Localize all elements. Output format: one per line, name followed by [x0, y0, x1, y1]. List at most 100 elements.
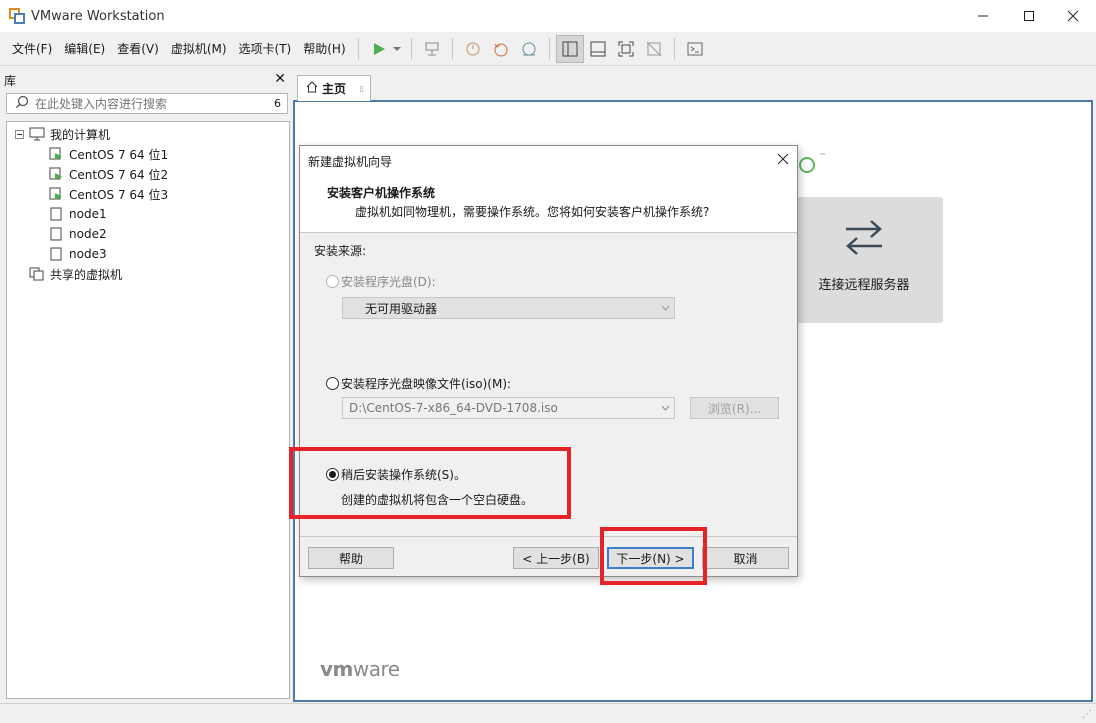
tab-label: 主页 — [322, 82, 347, 96]
tree-item-label: node3 — [69, 247, 107, 261]
tree-item-shared-vms[interactable]: 共享的虚拟机 — [29, 264, 122, 284]
unity-icon[interactable] — [640, 35, 668, 63]
play-dropdown-icon[interactable] — [392, 46, 405, 52]
vmware-logo: vmware — [320, 657, 400, 681]
resize-grip-icon[interactable]: ⋰ — [1082, 709, 1092, 720]
toolbar-separator — [410, 37, 412, 60]
snapshot-manager-icon[interactable] — [515, 35, 543, 63]
toolbar-separator — [673, 37, 675, 60]
send-ctrl-alt-del-icon[interactable] — [418, 35, 446, 63]
toolbar-separator — [451, 37, 453, 60]
toolbar-separator — [357, 37, 359, 60]
window-title: VMware Workstation — [31, 8, 165, 24]
drive-select[interactable]: 无可用驱动器 — [342, 297, 675, 319]
tree-item-label: CentOS 7 64 位3 — [69, 187, 169, 202]
annotation-highlight-install-later — [289, 447, 571, 519]
toolbar-separator — [548, 37, 550, 60]
status-bar: ⋰ — [0, 703, 1096, 723]
tree-item-label: 共享的虚拟机 — [50, 267, 123, 282]
tree-item-vm[interactable]: CentOS 7 64 位3 — [48, 184, 168, 204]
browse-button[interactable]: 浏览(R)... — [690, 397, 779, 419]
menu-toolbar: 文件(F) 编辑(E) 查看(V) 虚拟机(M) 选项卡(T) 帮助(H) — [0, 32, 1096, 66]
tree-item-label: node1 — [69, 207, 107, 221]
collapse-toggle[interactable] — [15, 130, 24, 139]
revert-snapshot-icon[interactable] — [487, 35, 515, 63]
menu-edit[interactable]: 编辑(E) — [58, 37, 111, 61]
play-icon[interactable] — [365, 35, 393, 63]
tree-item-vm[interactable]: node1 — [48, 204, 107, 224]
option-iso-label: 安装程序光盘映像文件(iso)(M): — [341, 377, 512, 391]
option-disc-label: 安装程序光盘(D): — [341, 275, 436, 289]
iso-path-select[interactable]: D:\CentOS-7-x86_64-DVD-1708.iso — [342, 397, 675, 419]
tree-item-vm[interactable]: CentOS 7 64 位1 — [48, 144, 168, 164]
logo-vm: vm — [320, 657, 353, 681]
radio-install-disc[interactable] — [326, 275, 339, 288]
card-label: 连接远程服务器 — [818, 278, 910, 293]
menu-help[interactable]: 帮助(H) — [297, 37, 351, 61]
library-search-input[interactable]: 6 — [6, 93, 288, 114]
terminal-icon[interactable] — [681, 35, 709, 63]
dialog-title: 新建虚拟机向导 — [308, 154, 393, 169]
chevron-down-icon — [656, 405, 674, 411]
tree-item-vm[interactable]: CentOS 7 64 位2 — [48, 164, 168, 184]
snapshot-icon[interactable] — [459, 35, 487, 63]
menu-vm[interactable]: 虚拟机(M) — [165, 37, 233, 61]
library-title: 库 — [4, 73, 17, 88]
maximize-button[interactable] — [1006, 0, 1052, 32]
logo-ware: ware — [352, 657, 400, 681]
help-button[interactable]: 帮助 — [308, 547, 394, 569]
dialog-header: 安装客户机操作系统 虚拟机如同物理机，需要操作系统。您将如何安装客户机操作系统? — [300, 176, 797, 233]
tree-item-label: CentOS 7 64 位2 — [69, 167, 169, 182]
dialog-close-icon[interactable] — [777, 153, 789, 168]
annotation-highlight-next — [600, 527, 707, 585]
iso-path-value: D:\CentOS-7-x86_64-DVD-1708.iso — [349, 401, 558, 415]
menu-file[interactable]: 文件(F) — [6, 37, 58, 61]
radio-install-iso[interactable] — [326, 377, 339, 390]
search-field[interactable] — [35, 96, 274, 111]
install-source-label: 安装来源: — [314, 244, 367, 258]
vm-icon — [48, 226, 64, 242]
search-result-count: 6 — [274, 97, 281, 110]
shared-vm-icon — [29, 266, 45, 282]
menu-view[interactable]: 查看(V) — [111, 37, 165, 61]
tree-item-vm[interactable]: node3 — [48, 244, 107, 264]
vm-running-icon — [48, 186, 64, 202]
menu-tabs[interactable]: 选项卡(T) — [233, 37, 298, 61]
logo-trademark: ™ — [819, 152, 826, 160]
vmware-app-icon — [9, 8, 25, 24]
vm-running-icon — [48, 146, 64, 162]
library-header: 库 ✕ — [0, 70, 292, 90]
minimize-button[interactable] — [960, 0, 1006, 32]
cancel-button[interactable]: 取消 — [702, 547, 789, 569]
library-close-icon[interactable]: ✕ — [274, 71, 286, 87]
swap-arrows-icon — [842, 217, 886, 260]
tab-home[interactable]: 主页 ▯ — [297, 75, 371, 101]
tab-pin-icon[interactable]: ▯ — [360, 84, 364, 93]
vm-icon — [48, 246, 64, 262]
footer-divider — [300, 536, 797, 537]
drive-select-value: 无可用驱动器 — [365, 301, 438, 316]
library-tree: 我的计算机 CentOS 7 64 位1 CentOS 7 64 位2 Cent… — [6, 121, 290, 699]
vm-running-icon — [48, 166, 64, 182]
tree-item-vm[interactable]: node2 — [48, 224, 107, 244]
connect-remote-server-card[interactable]: 连接远程服务器 — [785, 197, 943, 323]
tree-item-my-computer[interactable]: 我的计算机 — [29, 124, 110, 144]
tree-item-label: CentOS 7 64 位1 — [69, 147, 169, 162]
tree-item-label: node2 — [69, 227, 107, 241]
close-window-button[interactable] — [1050, 0, 1096, 32]
search-icon — [15, 95, 29, 112]
dialog-title-bar: 新建虚拟机向导 — [300, 146, 797, 176]
computer-icon — [29, 126, 45, 142]
vm-icon — [48, 206, 64, 222]
dialog-heading: 安装客户机操作系统 — [327, 186, 436, 200]
tree-item-label: 我的计算机 — [50, 127, 111, 142]
sidebar-view-icon[interactable] — [555, 34, 584, 63]
home-icon — [306, 81, 318, 96]
chevron-down-icon — [656, 305, 674, 311]
fullscreen-icon[interactable] — [612, 35, 640, 63]
back-button[interactable]: < 上一步(B) — [513, 547, 599, 569]
title-bar: VMware Workstation — [0, 0, 1096, 32]
dialog-subheading: 虚拟机如同物理机，需要操作系统。您将如何安装客户机操作系统? — [355, 205, 710, 219]
workstation-logo-mark — [799, 157, 815, 173]
console-view-icon[interactable] — [584, 35, 612, 63]
